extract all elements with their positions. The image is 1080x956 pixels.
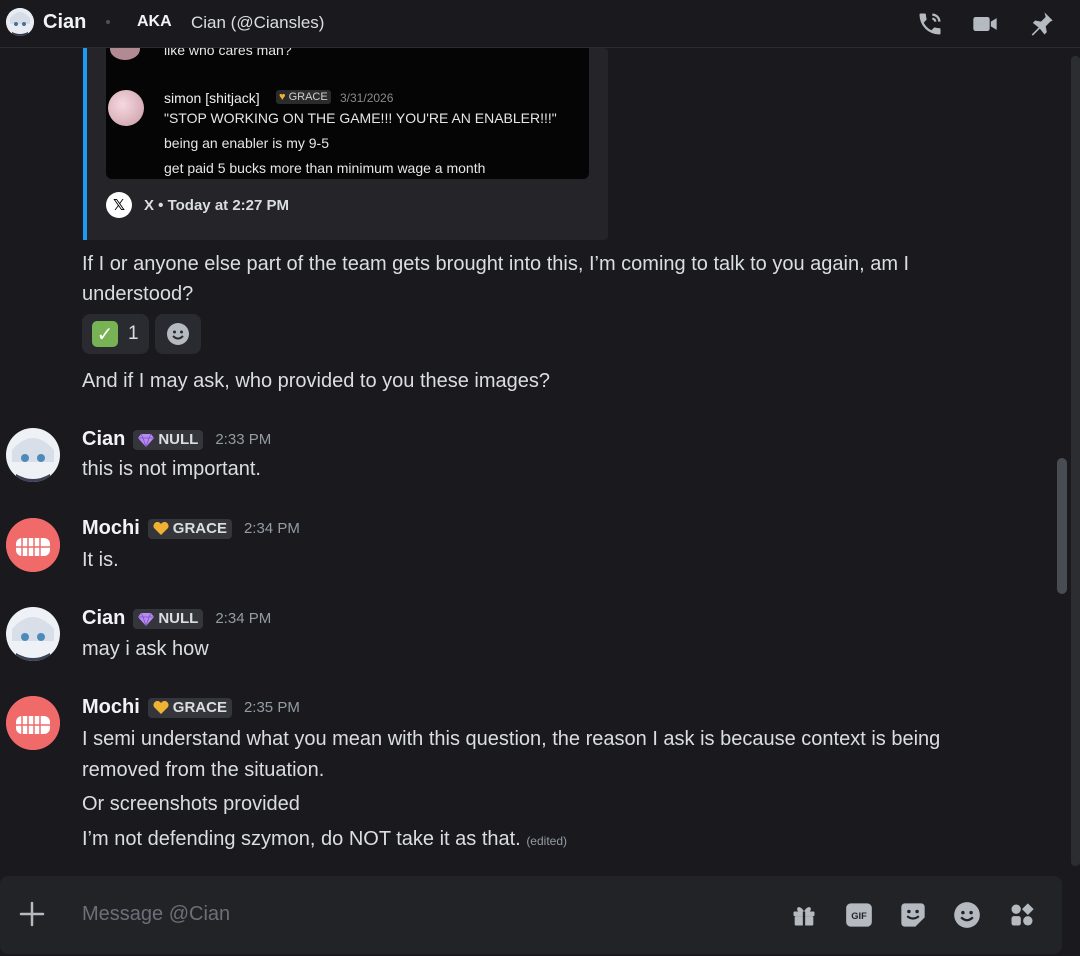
username[interactable]: Cian: [82, 607, 125, 630]
header-avatar[interactable]: [6, 8, 34, 36]
tweet-date: 3/31/2026: [340, 91, 394, 105]
username[interactable]: Cian: [82, 428, 125, 451]
message-line: may i ask how: [82, 638, 209, 660]
sticker-icon[interactable]: [899, 901, 927, 929]
heart-icon: [153, 521, 169, 535]
message-input[interactable]: Message @Cian: [82, 903, 230, 926]
server-tag[interactable]: NULL: [133, 429, 204, 450]
heart-icon: [153, 700, 169, 714]
avatar[interactable]: [6, 607, 60, 661]
embed-footer: 𝕏 X • Today at 2:27 PM: [106, 192, 289, 218]
x-logo-icon: 𝕏: [106, 192, 132, 218]
message-line: understood?: [82, 283, 194, 305]
svg-text:GIF: GIF: [851, 911, 867, 921]
server-tag[interactable]: GRACE: [147, 518, 232, 539]
pin-icon[interactable]: [1027, 10, 1055, 38]
tweet-line-3: get paid 5 bucks more than minimum wage …: [164, 160, 486, 176]
message-composer: Message @Cian GIF: [0, 876, 1062, 954]
message-line-text: I’m not defending szymon, do NOT take it…: [82, 828, 521, 850]
reaction-bar: ✓ 1: [82, 314, 201, 354]
timestamp: 2:35 PM: [243, 699, 300, 716]
server-tag[interactable]: GRACE: [147, 697, 232, 718]
scrollbar-track[interactable]: [1071, 56, 1080, 866]
tweet-avatar-partial: [110, 48, 140, 60]
message-header: Mochi GRACE 2:34 PM: [82, 517, 300, 540]
tweet-top-line: like who cares man?: [164, 48, 292, 58]
avatar[interactable]: [6, 696, 60, 750]
tweet-username: simon [shitjack]: [164, 90, 260, 106]
apps-icon[interactable]: [1008, 901, 1036, 929]
gem-icon: [138, 433, 155, 447]
timestamp: 2:33 PM: [215, 431, 272, 448]
message-line: this is not important.: [82, 458, 261, 480]
avatar[interactable]: [6, 428, 60, 482]
username[interactable]: Mochi: [82, 696, 140, 719]
gift-icon[interactable]: [790, 901, 818, 929]
timestamp: 2:34 PM: [243, 520, 300, 537]
video-camera-icon[interactable]: [971, 10, 999, 38]
edited-label: (edited): [526, 834, 567, 848]
message-header: Mochi GRACE 2:35 PM: [82, 696, 300, 719]
message-list[interactable]: like who cares man? simon [shitjack] ♥ G…: [0, 48, 1080, 868]
reaction-check[interactable]: ✓ 1: [82, 314, 149, 354]
aka-label: AKA: [137, 13, 172, 30]
tweet-line-1: "STOP WORKING ON THE GAME!!! YOU'RE AN E…: [164, 110, 557, 126]
embed-screenshot-image[interactable]: like who cares man? simon [shitjack] ♥ G…: [106, 48, 589, 179]
aka-name: Cian (@Ciansles): [191, 13, 325, 32]
channel-header: Cian AKA Cian (@Ciansles): [0, 0, 1080, 48]
tweet-badge: ♥ GRACE: [276, 90, 331, 104]
message-line: removed from the situation.: [82, 759, 325, 781]
emoji-icon[interactable]: [953, 901, 981, 929]
message-header: Cian NULL 2:33 PM: [82, 428, 271, 451]
heart-icon: ♥: [279, 91, 286, 103]
check-mark-icon: ✓: [92, 321, 118, 347]
message-line: It is.: [82, 549, 119, 571]
tweet-avatar: [108, 90, 144, 126]
server-tag[interactable]: NULL: [133, 608, 204, 629]
message-line: And if I may ask, who provided to you th…: [82, 370, 551, 392]
header-username[interactable]: Cian: [43, 11, 86, 34]
avatar[interactable]: [6, 518, 60, 572]
message-header: Cian NULL 2:34 PM: [82, 607, 271, 630]
message-line: Or screenshots provided: [82, 793, 300, 815]
plus-icon[interactable]: [18, 900, 46, 928]
scrollbar-thumb[interactable]: [1057, 458, 1067, 594]
tweet-line-2: being an enabler is my 9-5: [164, 135, 329, 151]
phone-call-icon[interactable]: [916, 10, 944, 38]
reaction-count: 1: [128, 323, 139, 344]
gif-icon[interactable]: GIF: [845, 901, 873, 929]
gem-icon: [138, 612, 155, 626]
username[interactable]: Mochi: [82, 517, 140, 540]
message-line: I semi understand what you mean with thi…: [82, 728, 941, 750]
emoji-icon: [166, 323, 189, 345]
message-line: If I or anyone else part of the team get…: [82, 253, 910, 275]
timestamp: 2:34 PM: [215, 610, 272, 627]
twitter-embed: like who cares man? simon [shitjack] ♥ G…: [83, 48, 608, 240]
embed-footer-text: X • Today at 2:27 PM: [144, 196, 290, 214]
add-reaction-button[interactable]: [154, 314, 201, 354]
message-line: I’m not defending szymon, do NOT take it…: [82, 824, 567, 856]
header-separator-dot: [106, 20, 110, 24]
